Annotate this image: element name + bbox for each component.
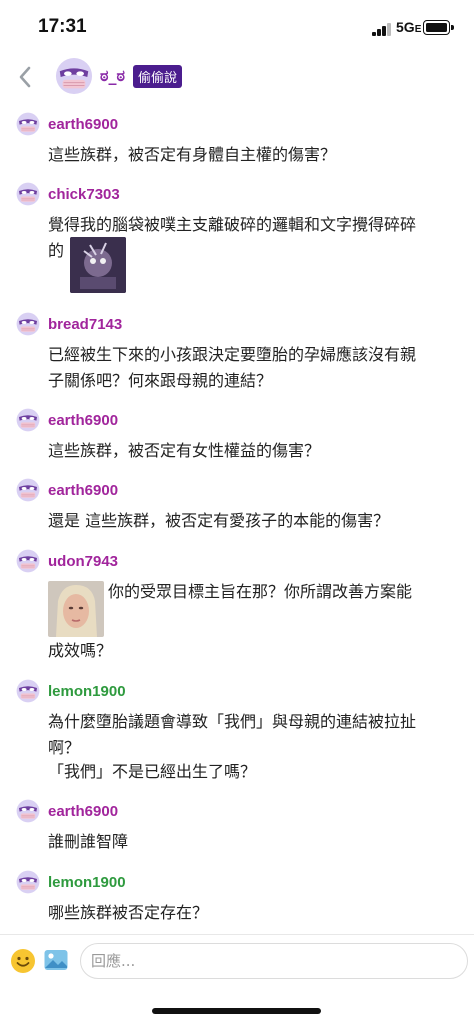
comment-text: 誰刪誰智障 <box>48 832 129 851</box>
comment-text: 哪些族群被否定存在？ <box>48 903 209 922</box>
masked-avatar-icon[interactable] <box>16 870 40 894</box>
comment-text: 成效嗎？ <box>48 641 113 660</box>
battery-icon <box>423 20 454 35</box>
comment-text: 啊？ <box>48 738 81 757</box>
comment-username[interactable]: earth6900 <box>48 482 118 499</box>
comment-text: 還是 這些族群，被否定有愛孩子的本能的傷害？ <box>48 511 390 530</box>
masked-avatar-icon[interactable] <box>16 112 40 136</box>
comment-text: 你的受眾目標主旨在那？你所謂改善方案能 <box>108 582 413 601</box>
comment-text: 子關係吧？何來跟母親的連結？ <box>48 371 273 390</box>
board-badge[interactable]: 偷偷說 <box>133 65 183 88</box>
sticker-image[interactable] <box>70 237 126 293</box>
comment-username[interactable]: bread7143 <box>48 316 122 333</box>
header: ಠ_ಠ 偷偷說 <box>0 52 474 102</box>
masked-avatar-icon[interactable] <box>16 182 40 206</box>
reply-composer <box>0 934 474 990</box>
masked-avatar-icon[interactable] <box>16 799 40 823</box>
masked-avatar-icon[interactable] <box>16 478 40 502</box>
masked-avatar-icon[interactable] <box>16 312 40 336</box>
signal-icon <box>372 22 394 36</box>
masked-avatar-icon[interactable] <box>55 57 93 95</box>
comment-text: 覺得我的腦袋被噗主支離破碎的邏輯和文字攪得碎碎 <box>48 215 417 234</box>
chevron-left-icon <box>19 66 31 88</box>
comment-username[interactable]: lemon1900 <box>48 874 126 891</box>
back-button[interactable] <box>12 64 38 90</box>
board-emoji: ಠ_ಠ <box>100 66 125 85</box>
network-label: 5GE <box>396 19 422 35</box>
reply-input[interactable] <box>80 943 468 979</box>
comment-text: 為什麼墮胎議題會導致「我們」與母親的連結被拉扯 <box>48 712 417 731</box>
status-bar: 17:31 5GE <box>0 0 474 52</box>
comment-text: 「我們」不是已經出生了嗎？ <box>48 762 257 781</box>
comment-text: 這些族群，被否定有身體自主權的傷害？ <box>48 145 337 164</box>
comment-text: 的 <box>48 241 65 260</box>
masked-avatar-icon[interactable] <box>16 679 40 703</box>
comment-username[interactable]: lemon1900 <box>48 683 126 700</box>
masked-avatar-icon[interactable] <box>16 408 40 432</box>
comment-text: 這些族群，被否定有女性權益的傷害？ <box>48 441 321 460</box>
comment-username[interactable]: earth6900 <box>48 803 118 820</box>
comment-username[interactable]: chick7303 <box>48 186 120 203</box>
status-time: 17:31 <box>38 16 87 37</box>
masked-avatar-icon[interactable] <box>16 549 40 573</box>
home-indicator[interactable] <box>152 1008 321 1014</box>
emoji-icon[interactable] <box>10 948 36 974</box>
image-icon[interactable] <box>43 947 69 973</box>
comment-username[interactable]: earth6900 <box>48 116 118 133</box>
comment-username[interactable]: earth6900 <box>48 412 118 429</box>
sticker-image[interactable] <box>48 581 104 637</box>
comment-username[interactable]: udon7943 <box>48 553 118 570</box>
comment-text: 已經被生下來的小孩跟決定要墮胎的孕婦應該沒有親 <box>48 345 417 364</box>
